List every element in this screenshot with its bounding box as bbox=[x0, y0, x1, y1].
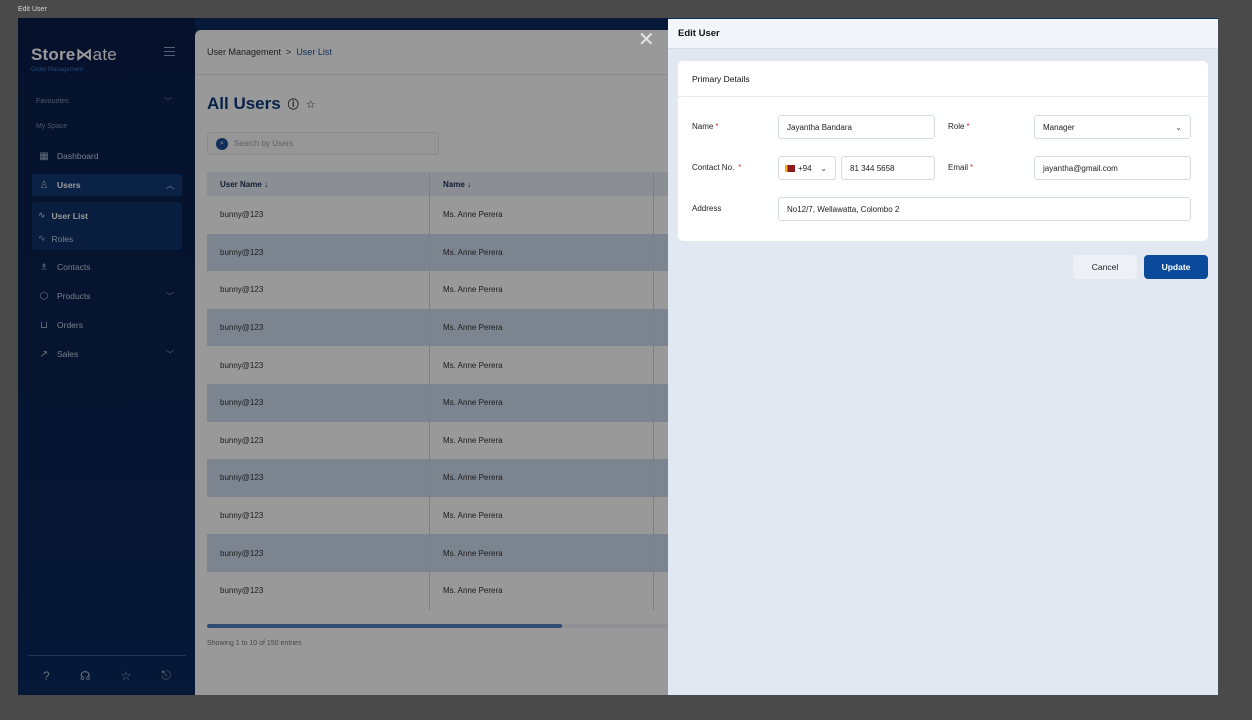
update-button[interactable]: Update bbox=[1144, 255, 1208, 279]
card-title: Primary Details bbox=[678, 61, 1208, 97]
address-label: Address bbox=[692, 204, 722, 213]
drawer-title: Edit User bbox=[668, 19, 1218, 49]
email-label: Email * bbox=[948, 163, 974, 172]
cancel-button[interactable]: Cancel bbox=[1073, 255, 1137, 279]
modal-backdrop[interactable] bbox=[18, 18, 668, 695]
name-label: Name * bbox=[692, 122, 719, 131]
chevron-down-icon: ⌄ bbox=[1175, 122, 1182, 132]
role-select[interactable]: Manager ⌄ bbox=[1034, 115, 1191, 139]
phone-field[interactable]: 81 344 5658 bbox=[841, 156, 935, 180]
email-field[interactable]: jayantha@gmail.com bbox=[1034, 156, 1191, 180]
address-field[interactable]: No12/7, Wellawatta, Colombo 2 bbox=[778, 197, 1191, 221]
window-title: Edit User bbox=[18, 6, 47, 13]
close-icon[interactable]: ✕ bbox=[638, 30, 655, 50]
primary-details-card: Primary Details Name * Jayantha Bandara R… bbox=[678, 61, 1208, 241]
name-field[interactable]: Jayantha Bandara bbox=[778, 115, 935, 139]
role-label: Role * bbox=[948, 122, 970, 131]
flag-icon bbox=[785, 164, 795, 172]
contact-label: Contact No. * bbox=[692, 163, 742, 172]
country-code-select[interactable]: +94 ⌄ bbox=[778, 156, 836, 180]
app-window: Store⋈ate Order Management Favourites ﹀ … bbox=[18, 18, 1218, 695]
edit-user-drawer: Edit User Primary Details Name * Jayantha… bbox=[668, 19, 1218, 695]
chevron-down-icon: ⌄ bbox=[820, 163, 827, 173]
